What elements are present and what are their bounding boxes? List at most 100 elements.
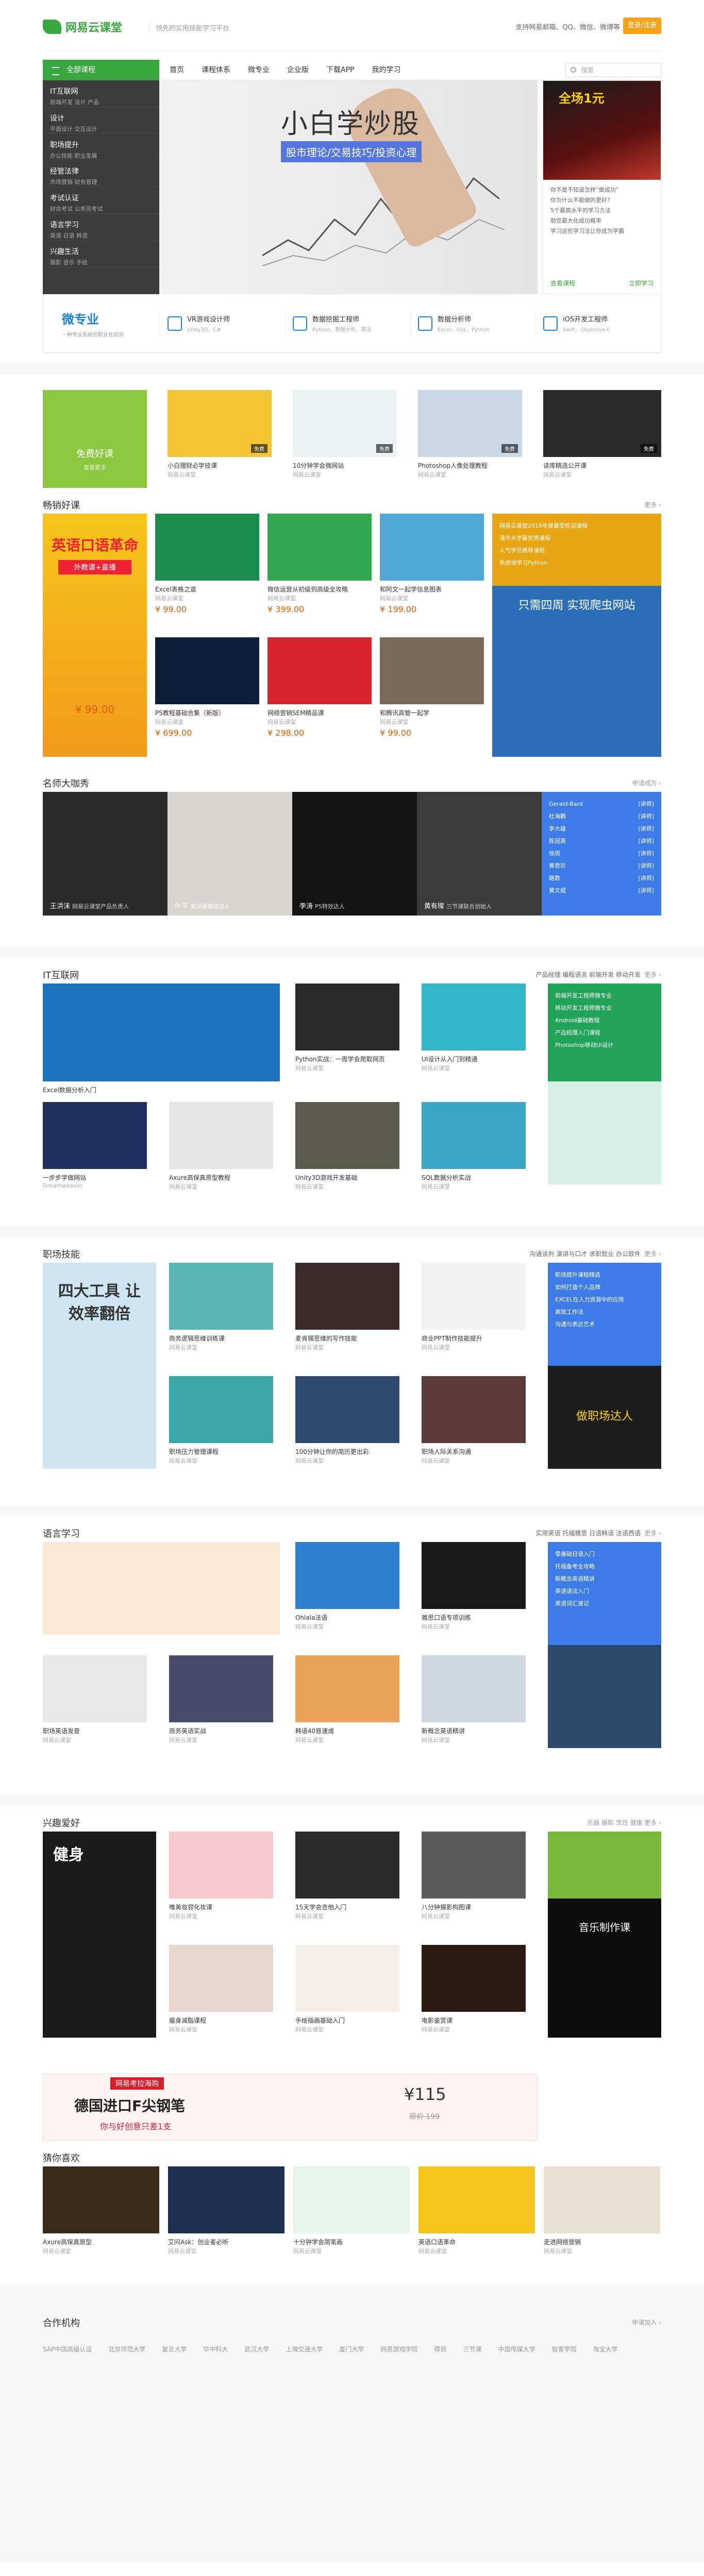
partners-apply-link[interactable]: 申请加入 › (632, 2318, 661, 2327)
it-course-7[interactable]: SQL数据分析实战 网易云课堂 (422, 1102, 526, 1191)
it-course-5[interactable]: Axure高保真原型教程 网易云课堂 (169, 1102, 273, 1191)
free-course-2[interactable]: 免费 10分钟学会微网站 网易云课堂 (293, 390, 397, 479)
hot-more-link[interactable]: 更多 › (644, 500, 661, 509)
free-banner[interactable]: 免费好课 查看更多 (43, 390, 147, 488)
language-section: 语言学习 实用英语 托福雅思 日语韩语 法语西语 更多 › Ohlala法语 网易… (43, 1527, 661, 1794)
guess-course-2[interactable]: 艾问Ask：创业者必听 网易云课堂 (168, 2166, 284, 2255)
teachers-more-link[interactable]: 申请成为 › (632, 778, 661, 787)
lang-course-6[interactable]: 韩语40音速成 网易云课堂 (295, 1655, 399, 1744)
work-tabs[interactable]: 沟通谈判 演讲与口才 求职就业 办公软件 (530, 1249, 641, 1258)
python-banner[interactable]: 只需四周 实现爬虫网站 (492, 586, 661, 757)
it-list: 前端开发工程师微专业 移动开发工程师微专业 Android基础教程 产品经理入门课程 P… (548, 984, 661, 1081)
it-course-1[interactable]: Excel数据分析入门 (43, 984, 280, 1094)
course-thumb (168, 2166, 284, 2233)
micro-major-title[interactable]: 微专业 一种专业系统的职业化培训 (43, 309, 160, 338)
signin-button[interactable]: 登录/注册 (623, 18, 661, 34)
nav-home[interactable]: 首页 (170, 60, 184, 80)
major-ios[interactable]: iOS开发工程师 Swift、Objective-C (535, 310, 661, 336)
hot-left-banner[interactable]: 英语口语革命 外教课+直播 ¥ 99.00 (43, 514, 147, 757)
major-analyst[interactable]: 数据分析师 Excel、SQL、Python (410, 310, 535, 336)
category-life[interactable]: 兴趣生活 摄影 音乐 手绘 (43, 241, 159, 267)
life-course-3[interactable]: 八分钟摄影构图课 网易云课堂 (422, 1832, 526, 1920)
promo-image[interactable]: 全场1元 (543, 81, 661, 180)
lang-course-4[interactable]: 职场英语发音 网易云课堂 (43, 1655, 147, 1744)
work-course-6[interactable]: 职场人际关系沟通 网易云课堂 (422, 1376, 526, 1465)
nav-enterprise[interactable]: 企业版 (287, 60, 309, 80)
lang-course-1[interactable] (43, 1542, 280, 1635)
work-course-4[interactable]: 职场压力管理课程 网易云课堂 (169, 1376, 273, 1465)
hero-banner[interactable]: 小白学炒股 股市理论/交易技巧/投资心理 (159, 80, 538, 294)
hot-course-1[interactable]: Excel表格之道 网易云课堂 ¥ 99.00 (155, 514, 259, 614)
major-datamining[interactable]: 数据挖掘工程师 Python、数据分析、算法 (285, 310, 410, 336)
guess-course-5[interactable]: 走进网络营销 网易云课堂 (544, 2166, 660, 2255)
category-career[interactable]: 职场提升 办公技能 职业发展 (43, 134, 159, 161)
it-more-link[interactable]: 更多 › (644, 970, 661, 979)
major-vr[interactable]: VR游戏设计师 Unity3D、C# (160, 310, 285, 336)
free-course-4[interactable]: 免费 读库精选公开课 网易云课堂 (543, 390, 661, 479)
nav-mylearning[interactable]: 我的学习 (372, 60, 400, 80)
all-courses-button[interactable]: 全部课程 (43, 60, 159, 80)
nav-micro[interactable]: 微专业 (248, 60, 270, 80)
guess-course-3[interactable]: 十分钟学会简笔画 网易云课堂 (293, 2166, 410, 2255)
lang-course-3[interactable]: 雅思口语专项训练 网易云课堂 (422, 1542, 526, 1631)
life-course-1[interactable]: 唯美妆容化妆课 网易云课堂 (169, 1832, 273, 1920)
life-right-banner[interactable]: 音乐制作课 (548, 1899, 661, 2038)
hot-course-4[interactable]: PS教程基础合集（新版） 网易云课堂 ¥ 699.00 (155, 637, 259, 738)
free-course-3[interactable]: 免费 Photoshop人像处理教程 网易云课堂 (418, 390, 522, 479)
work-course-1[interactable]: 商务逻辑思维训练课 网易云课堂 (169, 1263, 273, 1351)
hot-course-6[interactable]: 和腾讯高管一起学 网易云课堂 ¥ 99.00 (380, 637, 484, 738)
work-course-3[interactable]: 商业PPT制作技能提升 网易云课堂 (422, 1263, 526, 1351)
nav-system[interactable]: 课程体系 (202, 60, 230, 80)
nav-app[interactable]: 下载APP (326, 60, 354, 80)
teacher-card-2[interactable]: 叶平 资深管理培训人 (167, 792, 292, 916)
work-left-banner[interactable]: 四大工具 让效率翻倍 (43, 1263, 156, 1469)
course-thumb (544, 2166, 660, 2233)
it-app-banner[interactable] (548, 1081, 661, 1184)
guess-course-1[interactable]: Axure高保真原型 网易云课堂 (43, 2166, 159, 2255)
lang-course-7[interactable]: 新概念英语精讲 网易云课堂 (422, 1655, 526, 1744)
work-more-link[interactable]: 更多 › (644, 1249, 661, 1258)
category-business[interactable]: 经管法律 市场营销 财务管理 (43, 160, 159, 188)
search-input[interactable]: 搜索 (565, 63, 661, 77)
work-course-5[interactable]: 100分钟让你的简历更出彩 网易云课堂 (295, 1376, 399, 1465)
promo-learn-button[interactable]: 立即学习 (629, 279, 653, 287)
hot-course-2[interactable]: 微信运营从初级到高级全攻略 网易云课堂 ¥ 399.00 (267, 514, 372, 614)
it-course-4[interactable]: 一步步学做网站 Dreamweaver (43, 1102, 147, 1189)
teacher-card-4[interactable]: 黄有璨 三节课联合创始人 (417, 792, 542, 916)
divider-band (0, 363, 704, 375)
work-right-banner[interactable]: 做职场达人 (548, 1366, 661, 1469)
course-thumb (267, 514, 372, 581)
it-course-3[interactable]: UI设计从入门到精通 网易云课堂 (422, 984, 526, 1072)
course-thumb (155, 637, 259, 704)
teacher-card-3[interactable]: 李涛 PS特效达人 (292, 792, 417, 916)
category-exam[interactable]: 考试认证 财会考试 公务员考试 (43, 187, 159, 214)
category-language[interactable]: 语言学习 英语 日语 韩语 (43, 214, 159, 241)
category-it[interactable]: IT互联网 前端开发 设计 产品 (43, 80, 159, 107)
free-course-1[interactable]: 免费 小白理财必学技课 网易云课堂 (167, 390, 272, 479)
hot-course-3[interactable]: 和阿文一起学信息图表 网易云课堂 ¥ 199.00 (380, 514, 484, 614)
lang-right-banner[interactable] (548, 1645, 661, 1748)
language-tabs[interactable]: 实用英语 托福雅思 日语韩语 法语西语 (536, 1529, 641, 1537)
work-course-2[interactable]: 麦肯锡思维的写作技能 网易云课堂 (295, 1263, 399, 1351)
it-course-6[interactable]: Unity3D游戏开发基础 网易云课堂 (295, 1102, 399, 1191)
category-design[interactable]: 设计 平面设计 交互设计 (43, 107, 159, 134)
hot-course-5[interactable]: 网络营销SEM精品课 网易云课堂 ¥ 298.00 (267, 637, 372, 738)
logo[interactable]: 网易云课堂 (43, 19, 122, 35)
life-course-2[interactable]: 15天学会吉他入门 网易云课堂 (295, 1832, 399, 1920)
life-course-6[interactable]: 电影鉴赏课 网易云课堂 (422, 1945, 526, 2033)
lang-course-2[interactable]: Ohlala法语 网易云课堂 (295, 1542, 399, 1631)
language-more-link[interactable]: 更多 › (644, 1529, 661, 1537)
guess-course-4[interactable]: 英语口语革命 网易云课堂 (418, 2166, 535, 2255)
ad-banner[interactable]: 网易考拉海购 德国进口F尖钢笔 你与好创意只差1支 ¥115 原价 199 (43, 2074, 661, 2151)
life-course-5[interactable]: 手绘插画基础入门 网易云课堂 (295, 1945, 399, 2033)
life-tabs[interactable]: 乐器 摄影 烹饪 健康 更多 › (587, 1818, 661, 1827)
it-course-2[interactable]: Python实战：一周学会爬取网页 网易云课堂 (295, 984, 399, 1072)
course-thumb (295, 1102, 399, 1169)
life-course-4[interactable]: 瘦身减脂课程 网易云课堂 (169, 1945, 273, 2033)
life-left-banner[interactable]: 健身 (43, 1832, 156, 2038)
it-tabs[interactable]: 产品经理 编程语言 前端开发 移动开发 (536, 970, 641, 979)
lang-course-5[interactable]: 商务英语实战 网易云课堂 (169, 1655, 273, 1744)
promo-view-button[interactable]: 查看课程 (550, 279, 575, 287)
teacher-card-1[interactable]: 王洪沫 网易云课堂产品负责人 (43, 792, 167, 916)
life-right-top[interactable] (548, 1832, 661, 1899)
